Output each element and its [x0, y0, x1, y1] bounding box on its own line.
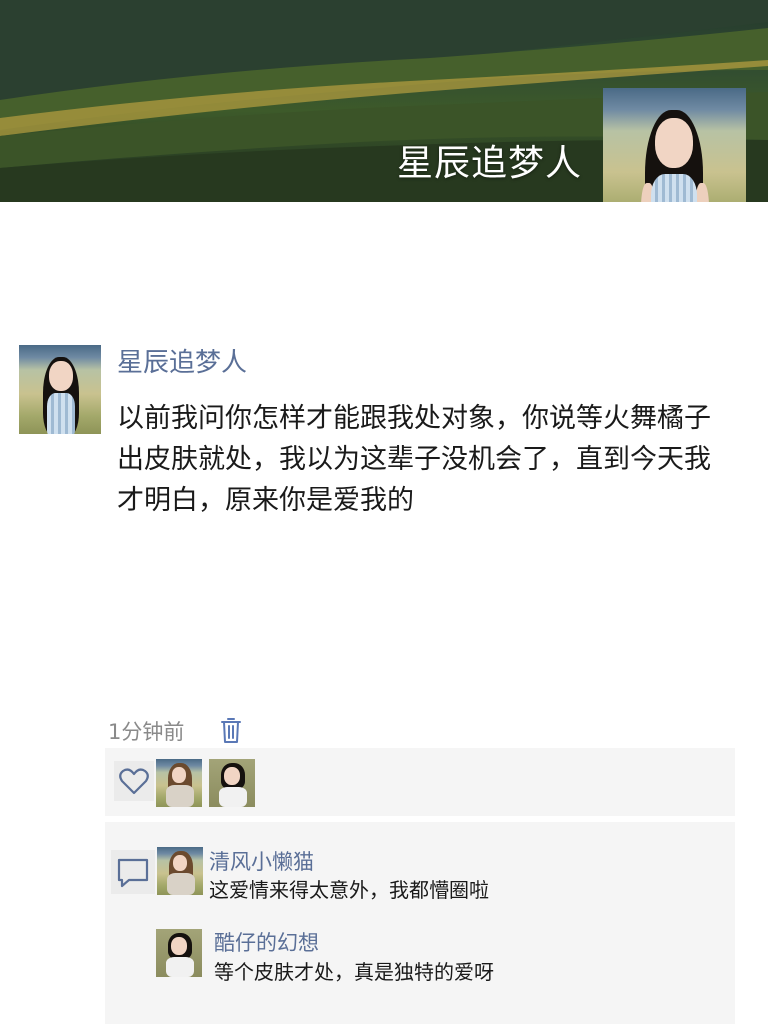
heart-icon[interactable]: [114, 761, 154, 801]
post-author-avatar[interactable]: [19, 345, 101, 434]
comments-section: 清风小懒猫 这爱情来得太意外，我都懵圈啦 酷仔的幻想 等个皮肤才处，真是独特的爱…: [105, 822, 735, 1024]
comment-icon[interactable]: [111, 850, 155, 894]
likes-section: [105, 748, 735, 816]
post-timestamp: 1分钟前: [108, 720, 185, 744]
commenter-name[interactable]: 酷仔的幻想: [214, 927, 319, 957]
commenter-avatar[interactable]: [156, 929, 202, 977]
post-content: 以前我问你怎样才能跟我处对象，你说等火舞橘子出皮肤就处，我以为这辈子没机会了，直…: [117, 403, 711, 516]
cover-image[interactable]: 星辰追梦人: [0, 0, 768, 202]
liker-avatar[interactable]: [156, 759, 202, 807]
commenter-name[interactable]: 清风小懒猫: [209, 846, 314, 876]
comment-text: 等个皮肤才处，真是独特的爱呀: [214, 960, 494, 984]
comment-text: 这爱情来得太意外，我都懵圈啦: [209, 878, 489, 902]
post-author-name[interactable]: 星辰追梦人: [117, 342, 247, 379]
profile-avatar[interactable]: [603, 88, 746, 202]
liker-avatar[interactable]: [209, 759, 255, 807]
delete-icon[interactable]: [220, 716, 242, 744]
cover-username: 星辰追梦人: [396, 143, 582, 184]
commenter-avatar[interactable]: [157, 847, 203, 895]
